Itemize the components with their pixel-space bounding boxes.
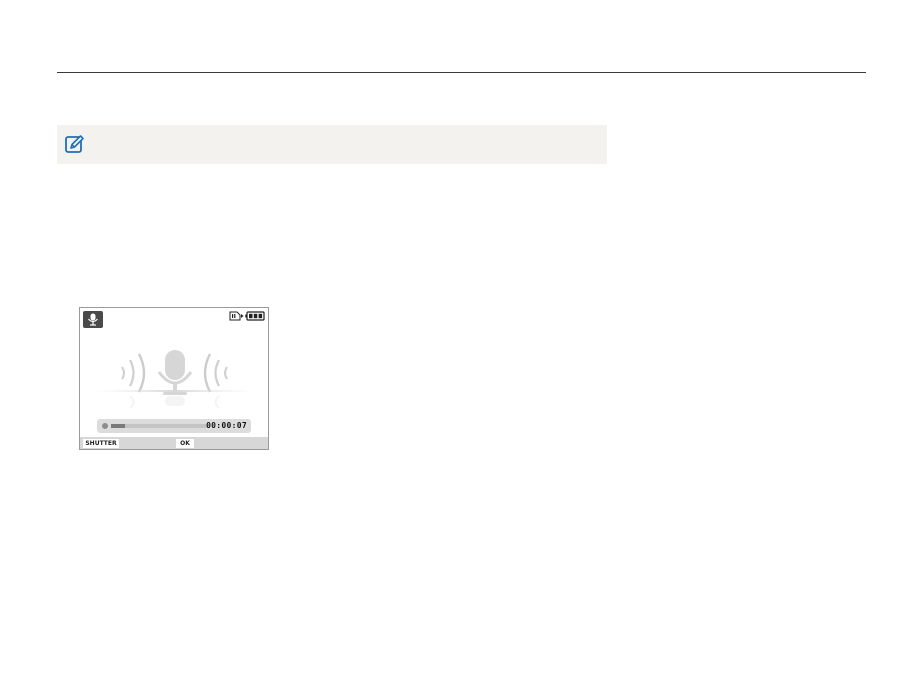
button-guide-bar: SHUTTER OK: [80, 437, 268, 449]
battery-icon: [245, 311, 265, 321]
voice-mode-indicator: [83, 311, 103, 328]
shutter-button-label[interactable]: SHUTTER: [83, 439, 119, 448]
recording-time: 00:00:07: [206, 421, 247, 430]
progress-track: [111, 424, 207, 428]
header-rule: [57, 72, 866, 73]
note-box: [57, 125, 607, 164]
ok-button-label[interactable]: OK: [176, 439, 194, 448]
voice-recording-illustration: [95, 350, 255, 409]
memory-card-icon: [229, 311, 244, 321]
progress-fill: [111, 424, 126, 428]
microphone-icon: [88, 313, 98, 326]
note-pencil-icon: [65, 135, 84, 153]
record-indicator: [102, 423, 108, 429]
status-icons: [229, 311, 265, 321]
camera-screen: 00:00:07 SHUTTER OK: [79, 307, 269, 450]
recording-progress: 00:00:07: [97, 419, 251, 433]
